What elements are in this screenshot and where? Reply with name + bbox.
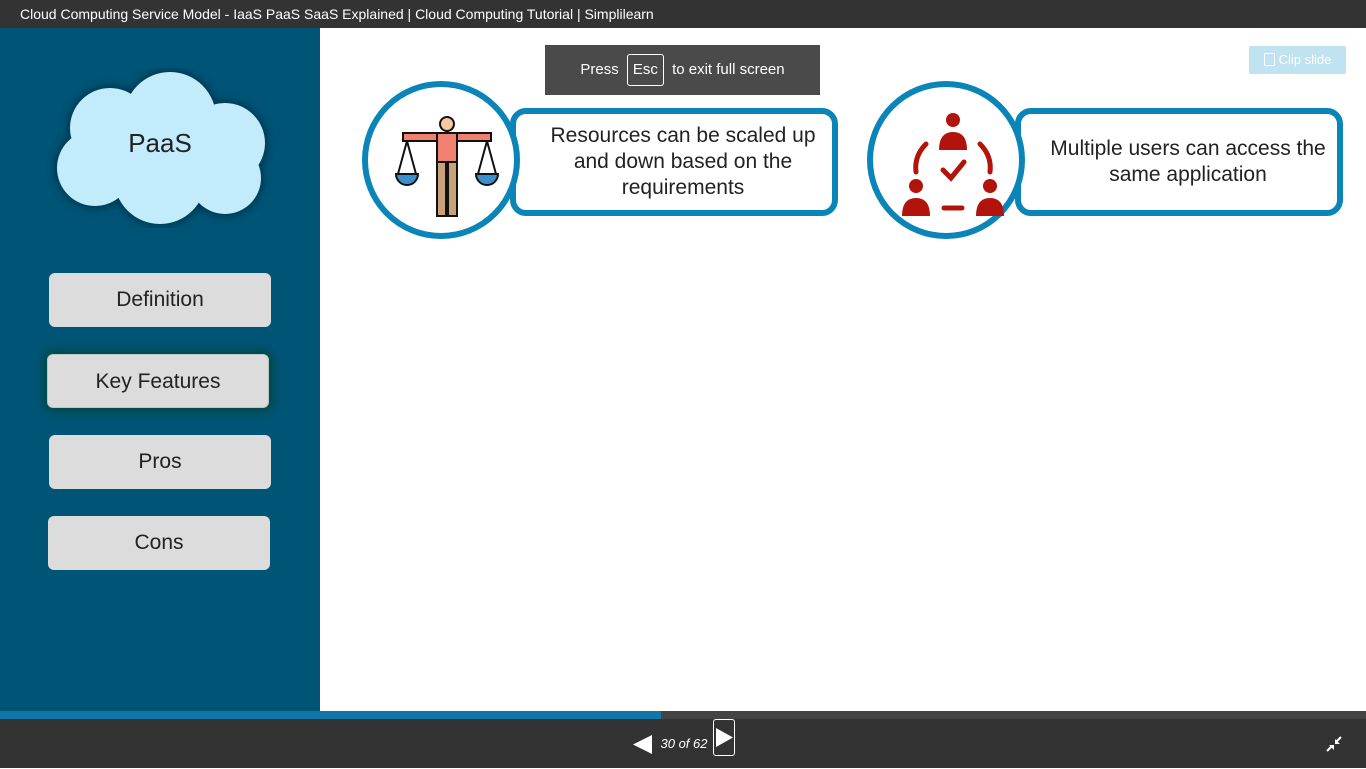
feature-text-box-multi-user: Multiple users can access the same appli… — [1015, 108, 1343, 216]
sidebar: PaaS Definition Key Features Pros Cons — [0, 28, 320, 711]
window-title-bar: Cloud Computing Service Model - IaaS Paa… — [0, 0, 1366, 28]
nav-button-definition[interactable]: Definition — [49, 273, 271, 327]
nav-button-pros[interactable]: Pros — [49, 435, 271, 489]
feature-text-box-scaling: Resources can be scaled up and down base… — [510, 108, 838, 216]
feature-text-scaling: Resources can be scaled up and down base… — [550, 124, 816, 199]
progress-bar[interactable] — [0, 711, 1366, 719]
clip-slide-label: Clip slide — [1278, 52, 1332, 67]
clip-icon — [1263, 53, 1275, 66]
progress-bar-fill — [0, 711, 662, 719]
nav-button-cons[interactable]: Cons — [48, 516, 270, 570]
fullscreen-notice-suffix: to exit full screen — [672, 61, 785, 78]
fullscreen-notice-prefix: Press — [580, 61, 619, 78]
sidebar-heading: PaaS — [128, 128, 192, 158]
page-counter: 30 of 62 — [660, 736, 708, 751]
previous-slide-icon[interactable] — [633, 735, 652, 754]
exit-fullscreen-icon[interactable] — [1326, 736, 1342, 752]
esc-key-badge: Esc — [626, 54, 664, 86]
player-controls: 30 of 62 — [0, 719, 1366, 768]
next-slide-icon — [716, 728, 733, 747]
fullscreen-notice: Press Esc to exit full screen — [545, 45, 820, 95]
next-slide-button[interactable] — [713, 719, 735, 756]
multi-user-icon — [902, 113, 1004, 216]
nav-button-key-features[interactable]: Key Features — [47, 354, 269, 408]
clip-slide-button[interactable]: Clip slide — [1249, 46, 1346, 74]
window-title: Cloud Computing Service Model - IaaS Paa… — [20, 6, 654, 22]
scale-balance-icon — [395, 116, 499, 217]
feature-text-multi-user: Multiple users can access the same appli… — [1050, 137, 1326, 186]
